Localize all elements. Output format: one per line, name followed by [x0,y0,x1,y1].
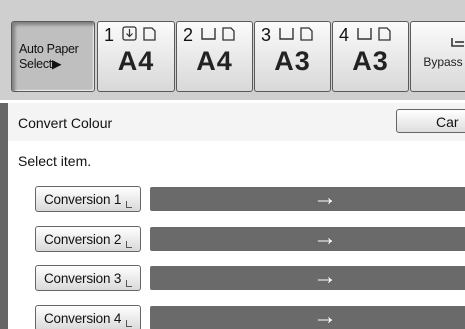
tray-4-icon [357,27,391,41]
conversion-2-button[interactable]: Conversion 2 [35,226,141,252]
submenu-corner-icon [126,280,132,287]
arrow-right-icon: → [313,224,337,251]
left-frame-border [0,103,8,329]
tray-1-button[interactable]: 1 A4 [97,21,175,92]
conversion-row: Conversion 3 → [0,263,465,291]
conversion-3-label: Conversion 3 [44,271,122,286]
page-title: Convert Colour [18,115,113,131]
auto-paper-select-label: Auto Paper Select▶ [19,42,79,71]
conversion-4-bar[interactable]: → [150,303,465,329]
conversion-2-bar[interactable]: → [150,224,465,251]
conversion-3-bar[interactable]: → [150,263,465,290]
tray-3-number: 3 [261,25,272,45]
conversion-row: Conversion 4 → [0,303,465,329]
bypass-tray-label: Bypass [423,55,463,69]
tray-3-size: A3 [274,46,311,76]
tray-3-icon [279,27,313,41]
conversion-3-button[interactable]: Conversion 3 [35,265,141,291]
tray-3-button[interactable]: 3 A3 [254,21,331,92]
conversion-1-bar[interactable]: → [150,184,465,211]
conversion-2-label: Conversion 2 [44,232,122,247]
conversion-row: Conversion 2 → [0,224,465,252]
conversion-4-label: Conversion 4 [44,311,122,326]
tray-2-icon [201,27,235,41]
instruction-text: Select item. [18,153,92,169]
copier-screen: Auto Paper Select▶ 1 A4 2 A4 3 A3 4 A3 B… [0,0,465,329]
conversion-1-button[interactable]: Conversion 1 [35,186,141,212]
submenu-corner-icon [126,201,132,208]
title-bar: Convert Colour Car [0,103,465,141]
tray-1-number: 1 [104,25,115,45]
arrow-right-icon: → [313,303,337,329]
cancel-button-label: Car [436,114,459,130]
submenu-corner-icon [126,320,132,327]
bypass-tray-button[interactable]: Bypass [410,21,465,92]
submenu-corner-icon [126,241,132,248]
arrow-right-icon: → [313,184,337,211]
bypass-tray-icon [451,38,464,47]
tray-1-size: A4 [117,46,155,76]
tray-2-size: A4 [196,46,233,76]
conversion-1-label: Conversion 1 [44,192,122,207]
tray-4-size: A3 [352,46,389,76]
auto-paper-select-button[interactable]: Auto Paper Select▶ [11,21,95,92]
cancel-button[interactable]: Car [396,109,465,133]
tray-4-button[interactable]: 4 A3 [332,21,409,92]
tray-2-button[interactable]: 2 A4 [176,21,253,92]
arrow-right-icon: → [313,263,337,290]
paper-tray-bar: Auto Paper Select▶ 1 A4 2 A4 3 A3 4 A3 B… [0,0,465,100]
tray-1-icon [122,26,156,41]
tray-4-number: 4 [339,25,350,45]
conversion-row: Conversion 1 → [0,184,465,212]
conversion-4-button[interactable]: Conversion 4 [35,305,141,329]
tray-2-number: 2 [183,25,194,45]
